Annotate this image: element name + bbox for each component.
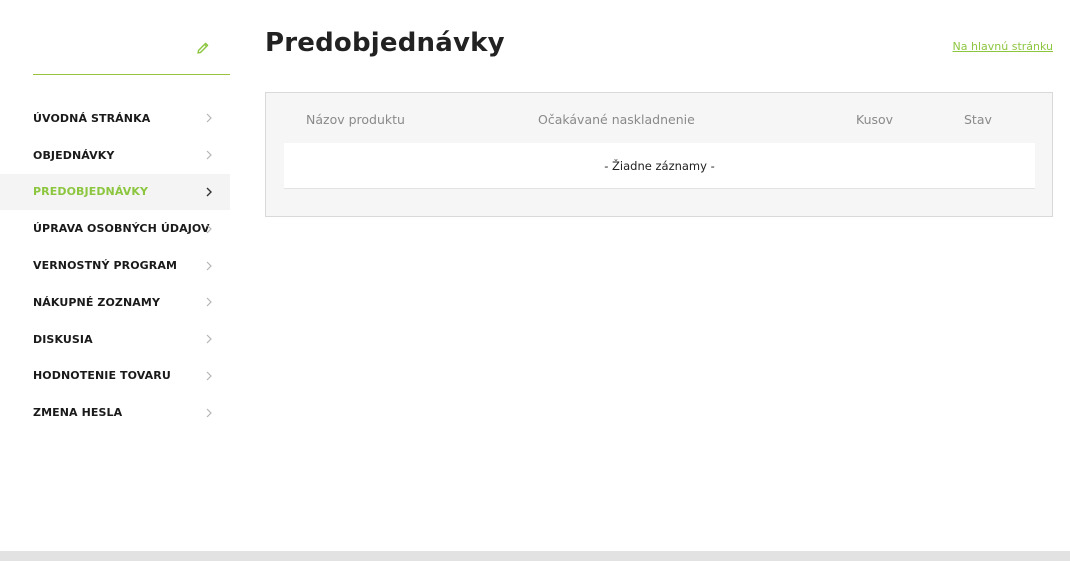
preorders-table: Názov produktu Očakávané naskladnenie Ku… [265, 92, 1053, 217]
chevron-right-icon [206, 150, 212, 160]
sidebar-item-label: ÚVODNÁ STRÁNKA [33, 111, 151, 125]
column-header-expected-stock: Očakávané naskladnenie [538, 112, 695, 127]
sidebar-item-label: ÚPRAVA OSOBNÝCH ÚDAJOV [33, 222, 210, 236]
chevron-right-icon [206, 297, 212, 307]
sidebar-item-vernostny-program[interactable]: VERNOSTNÝ PROGRAM [0, 247, 230, 284]
empty-message: - Žiadne záznamy - [604, 158, 715, 173]
pencil-icon[interactable] [196, 41, 210, 55]
sidebar-item-zmena-hesla[interactable]: ZMENA HESLA [0, 394, 230, 431]
chevron-right-icon [206, 224, 212, 234]
empty-table-row: - Žiadne záznamy - [284, 143, 1035, 189]
sidebar-item-diskusia[interactable]: DISKUSIA [0, 321, 230, 358]
home-link[interactable]: Na hlavnú stránku [953, 40, 1053, 53]
sidebar-item-uprava-osobnych-udajov[interactable]: ÚPRAVA OSOBNÝCH ÚDAJOV [0, 210, 230, 247]
sidebar-item-label: OBJEDNÁVKY [33, 148, 115, 162]
sidebar-item-label: DISKUSIA [33, 332, 93, 346]
chevron-right-icon [206, 334, 212, 344]
column-header-status: Stav [964, 112, 992, 127]
column-header-product-name: Názov produktu [306, 112, 405, 127]
chevron-right-icon [206, 408, 212, 418]
sidebar-item-objednavky[interactable]: OBJEDNÁVKY [0, 137, 230, 174]
chevron-right-icon [206, 113, 212, 123]
chevron-right-icon [206, 261, 212, 271]
sidebar-item-label: VERNOSTNÝ PROGRAM [33, 259, 178, 273]
page-title: Predobjednávky [265, 28, 505, 58]
sidebar-item-label: ZMENA HESLA [33, 406, 123, 420]
chevron-right-icon [206, 371, 212, 381]
sidebar-item-uvodna-stranka[interactable]: ÚVODNÁ STRÁNKA [0, 100, 230, 137]
column-header-quantity: Kusov [856, 112, 894, 127]
sidebar-item-predobjednavky[interactable]: PREDOBJEDNÁVKY [0, 173, 230, 211]
sidebar-item-hodnotenie-tovaru[interactable]: HODNOTENIE TOVARU [0, 358, 230, 395]
sidebar-item-label: PREDOBJEDNÁVKY [33, 185, 149, 199]
sidebar-item-label: HODNOTENIE TOVARU [33, 369, 171, 383]
profile-box [33, 32, 230, 75]
footer-bar [0, 551, 1070, 561]
account-menu: ÚVODNÁ STRÁNKA OBJEDNÁVKY PREDOBJEDNÁVKY… [0, 100, 230, 431]
sidebar-item-label: NÁKUPNÉ ZOZNAMY [33, 295, 161, 309]
chevron-right-icon [206, 187, 212, 197]
sidebar-item-nakupne-zoznamy[interactable]: NÁKUPNÉ ZOZNAMY [0, 284, 230, 321]
